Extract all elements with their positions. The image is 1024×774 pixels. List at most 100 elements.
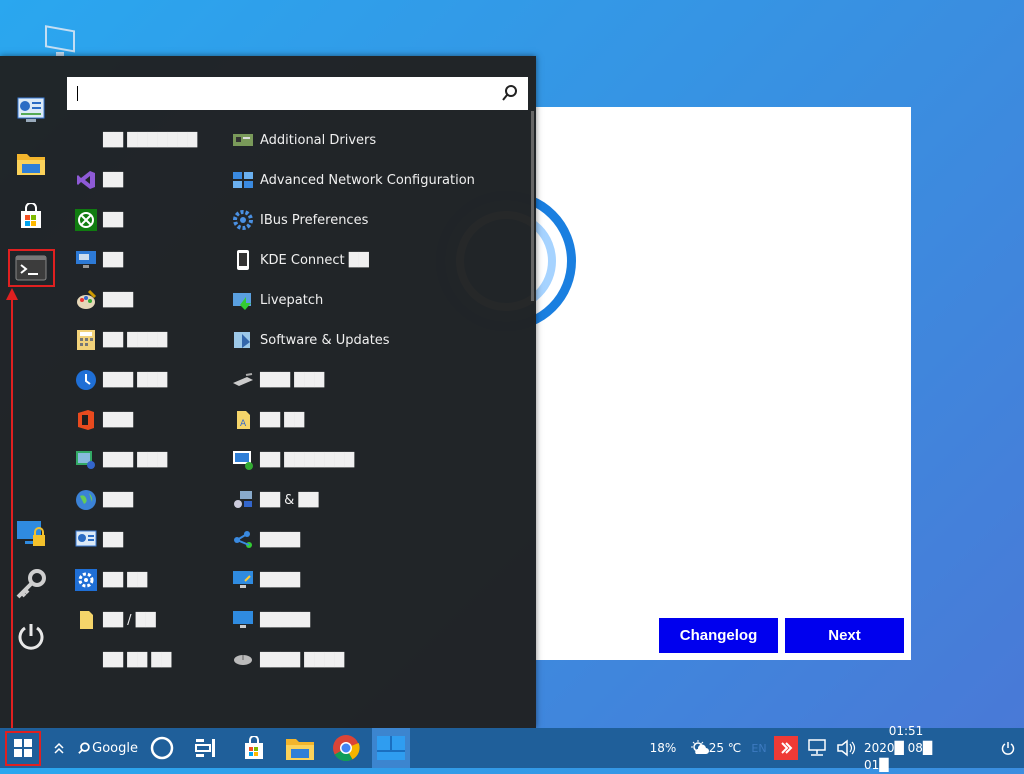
app-item-network-config[interactable]: Advanced Network Configuration [232, 160, 475, 200]
taskbar: Google 18% 25 ℃ EN 01:51 2020█ 08█ 01█ [0, 724, 1024, 772]
app-item[interactable]: ██ ██ [75, 560, 197, 600]
task-view-button[interactable] [190, 728, 222, 768]
apps-column-right: Additional Drivers Advanced Network Conf… [232, 120, 475, 680]
clock[interactable]: 01:51 2020█ 08█ 01█ [864, 724, 948, 772]
sidebar-control-panel[interactable] [13, 92, 49, 128]
volume-tray[interactable] [834, 728, 858, 768]
task-view-up-button[interactable] [50, 728, 68, 768]
app-item-ibus[interactable]: IBus Preferences [232, 200, 475, 240]
google-search-label: Google [92, 740, 138, 756]
app-item[interactable]: ████ ████ [232, 640, 475, 680]
app-item[interactable]: ██ ████ [75, 320, 197, 360]
menu-scrollbar[interactable] [531, 111, 534, 301]
office-icon [75, 409, 97, 431]
app-item[interactable]: ███ ███ [232, 360, 475, 400]
sidebar-file-explorer[interactable] [13, 145, 49, 181]
svg-text:A: A [240, 419, 247, 429]
search-icon [78, 742, 90, 754]
folder-icon [17, 154, 45, 175]
start-button-highlight-box [5, 731, 41, 766]
app-item[interactable]: ██ / ██ [75, 600, 197, 640]
app-item-software-updates[interactable]: Software & Updates [232, 320, 475, 360]
app-item[interactable]: ████ [232, 520, 475, 560]
app-item[interactable]: ██ & ██ [232, 480, 475, 520]
kde-connect-icon [232, 249, 254, 271]
app-item[interactable]: ████ [232, 560, 475, 600]
app-item[interactable]: ██ ███████ [75, 120, 197, 160]
app-item[interactable]: ███ [75, 400, 197, 440]
show-desktop-button[interactable] [998, 728, 1018, 768]
calculator-icon [75, 329, 97, 351]
tablet-icon [232, 369, 254, 391]
text-cursor [77, 86, 78, 101]
window-app-icon [377, 736, 405, 760]
display-check-icon [232, 449, 254, 471]
control-panel-icon [17, 97, 45, 122]
network-tray[interactable] [805, 728, 829, 768]
start-menu: ██ ███████ ██ ██ ██ ███ ██ ████ ███ ███ … [0, 56, 536, 728]
power-icon [1001, 742, 1015, 755]
weather-widget[interactable]: 25 ℃ [688, 728, 744, 768]
taskbar-welcome-app[interactable] [372, 728, 410, 768]
chevron-up-icon [54, 742, 64, 754]
language-indicator[interactable]: EN [748, 728, 770, 768]
changelog-button[interactable]: Changelog [659, 618, 778, 653]
app-item[interactable]: ███ ███ [75, 360, 197, 400]
app-item[interactable]: ███ ███ [75, 440, 197, 480]
app-item[interactable]: ███ [75, 480, 197, 520]
next-button[interactable]: Next [785, 618, 904, 653]
app-item[interactable]: ██ [75, 520, 197, 560]
app-item[interactable]: █████ [232, 600, 475, 640]
app-item-additional-drivers[interactable]: Additional Drivers [232, 120, 475, 160]
cortana-circle-icon [150, 736, 174, 760]
app-item[interactable]: ██ [75, 200, 197, 240]
display-settings-icon [232, 569, 254, 591]
welcome-window: Changelog Next [436, 107, 911, 660]
app-item[interactable]: ██ [75, 160, 197, 200]
task-view-icon [195, 739, 215, 757]
settings-gear-icon [75, 569, 97, 591]
mouse-icon [232, 649, 254, 671]
media-player-icon [75, 449, 97, 471]
livepatch-icon [232, 289, 254, 311]
system-monitor-icon [75, 529, 97, 551]
app-item-livepatch[interactable]: Livepatch [232, 280, 475, 320]
computer-desktop-icon[interactable] [44, 24, 76, 58]
visual-studio-icon [75, 169, 97, 191]
lock-screen-icon [17, 521, 45, 546]
app-item[interactable]: ██ [75, 240, 197, 280]
network-config-icon [232, 169, 254, 191]
sidebar-passwords[interactable] [13, 566, 49, 602]
key-icon [16, 569, 46, 599]
sidebar-store[interactable] [13, 198, 49, 234]
taskbar-file-explorer[interactable] [283, 728, 317, 768]
app-item[interactable]: A ██ ██ [232, 400, 475, 440]
app-item[interactable]: ██ ██ ██ [75, 640, 197, 680]
folder-text-icon: A [232, 409, 254, 431]
app-item[interactable]: ███ [75, 280, 197, 320]
anydesk-tray[interactable] [773, 728, 799, 768]
taskbar-chrome[interactable] [329, 728, 363, 768]
volume-icon [837, 739, 856, 757]
annotation-arrow-head [6, 288, 18, 300]
software-updates-icon [232, 329, 254, 351]
weather-sun-cloud-icon [690, 740, 709, 754]
clock-date: 2020█ 08█ 01█ [864, 740, 933, 772]
search-icon[interactable] [501, 84, 519, 102]
start-menu-sidebar [0, 56, 62, 728]
sidebar-lock-screen[interactable] [13, 516, 49, 552]
search-box[interactable] [67, 77, 528, 110]
clock-time: 01:51 [888, 723, 924, 738]
cortana-button[interactable] [146, 728, 178, 768]
store-bag-icon [21, 203, 41, 228]
bluetooth-share-icon [232, 529, 254, 551]
taskbar-store[interactable] [238, 728, 270, 768]
app-item[interactable]: ██ ███████ [232, 440, 475, 480]
ibus-gear-icon [232, 209, 254, 231]
apps-column-left: ██ ███████ ██ ██ ██ ███ ██ ████ ███ ███ … [75, 120, 197, 680]
google-search-button[interactable]: Google [78, 728, 138, 768]
battery-percent[interactable]: 18% [645, 728, 681, 768]
sidebar-power[interactable] [13, 618, 49, 654]
app-item-kde-connect[interactable]: KDE Connect ██ [232, 240, 475, 280]
blank-icon [75, 129, 97, 151]
